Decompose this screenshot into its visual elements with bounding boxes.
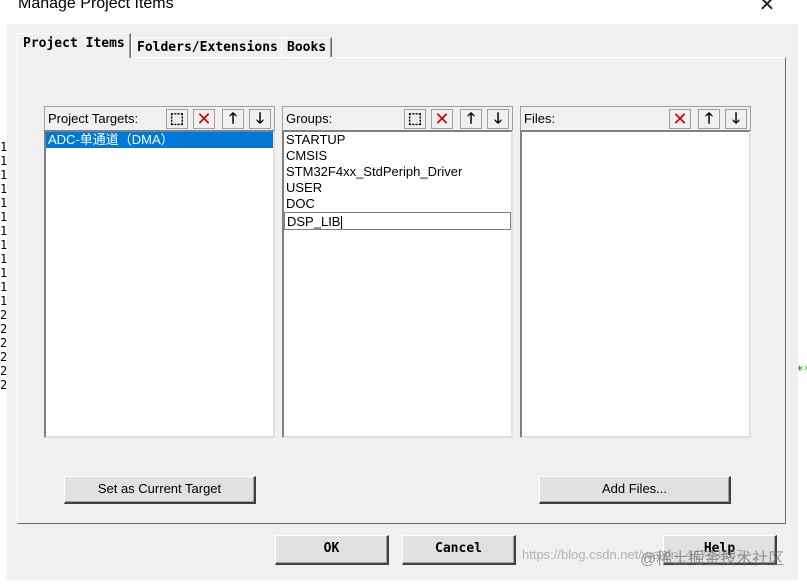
files-header: Files: ✕ 🡑 🡓	[520, 106, 751, 130]
group-item[interactable]: CMSIS	[284, 148, 511, 164]
delete-file-button[interactable]: ✕	[669, 109, 691, 129]
move-group-up-button[interactable]: 🡑	[460, 109, 482, 129]
delete-icon: ✕	[196, 109, 212, 129]
group-item[interactable]: STM32F4xx_StdPeriph_Driver	[284, 164, 511, 180]
set-current-target-button[interactable]: Set as Current Target	[64, 476, 256, 504]
files-label: Files:	[524, 111, 556, 126]
text-caret	[341, 216, 343, 230]
groups-header: Groups: ⬚ ✕ 🡑 🡓	[282, 106, 513, 130]
move-file-up-button[interactable]: 🡑	[698, 109, 720, 129]
new-target-button[interactable]: ⬚	[166, 109, 188, 129]
new-group-button[interactable]: ⬚	[404, 109, 426, 129]
move-down-icon: 🡓	[256, 110, 264, 127]
new-item-icon: ⬚	[407, 110, 423, 127]
group-item[interactable]: STARTUP	[284, 132, 511, 148]
move-file-down-button[interactable]: 🡓	[725, 109, 747, 129]
target-item[interactable]: ADC-单通道（DMA）	[46, 132, 273, 148]
delete-target-button[interactable]: ✕	[193, 109, 215, 129]
new-item-icon: ⬚	[169, 110, 185, 127]
tab-folders-extensions[interactable]: Folders/Extensions	[131, 37, 284, 57]
move-up-icon: 🡑	[705, 110, 713, 127]
add-files-button[interactable]: Add Files...	[539, 476, 731, 504]
ok-button[interactable]: OK	[275, 535, 389, 565]
tab-project-items[interactable]: Project Items	[17, 33, 131, 58]
move-group-down-button[interactable]: 🡓	[487, 109, 509, 129]
cancel-button[interactable]: Cancel	[402, 535, 516, 565]
groups-list[interactable]: STARTUP CMSIS STM32F4xx_StdPeriph_Driver…	[282, 130, 513, 438]
tab-panel-project-items: Project Targets: ⬚ ✕ 🡑 🡓 ADC-单通道（DMA） Gr…	[17, 57, 786, 524]
close-icon[interactable]: ✕	[756, 0, 778, 16]
group-item[interactable]: USER	[284, 180, 511, 196]
project-targets-label: Project Targets:	[48, 111, 139, 126]
project-targets-header: Project Targets: ⬚ ✕ 🡑 🡓	[44, 106, 275, 130]
delete-icon: ✕	[434, 109, 450, 129]
groups-label: Groups:	[286, 111, 333, 126]
move-down-icon: 🡓	[494, 110, 502, 127]
window-title: Manage Project Items	[18, 0, 174, 12]
group-item-edit-field[interactable]: DSP_LIB	[284, 212, 511, 230]
move-up-icon: 🡑	[229, 110, 237, 127]
files-list[interactable]	[520, 130, 751, 438]
delete-group-button[interactable]: ✕	[431, 109, 453, 129]
group-item[interactable]: DOC	[284, 196, 511, 212]
project-targets-list[interactable]: ADC-单通道（DMA）	[44, 130, 275, 438]
delete-icon: ✕	[672, 109, 688, 129]
dialog-body: Project Items Folders/Extensions Books P…	[7, 24, 798, 580]
move-up-icon: 🡑	[467, 110, 475, 127]
move-target-down-button[interactable]: 🡓	[249, 109, 271, 129]
tab-books[interactable]: Books	[281, 37, 333, 57]
watermark-brand: @稀土掘金技术社区	[640, 551, 785, 568]
move-target-up-button[interactable]: 🡑	[222, 109, 244, 129]
group-item-edit-text: DSP_LIB	[287, 214, 341, 229]
move-down-icon: 🡓	[732, 110, 740, 127]
